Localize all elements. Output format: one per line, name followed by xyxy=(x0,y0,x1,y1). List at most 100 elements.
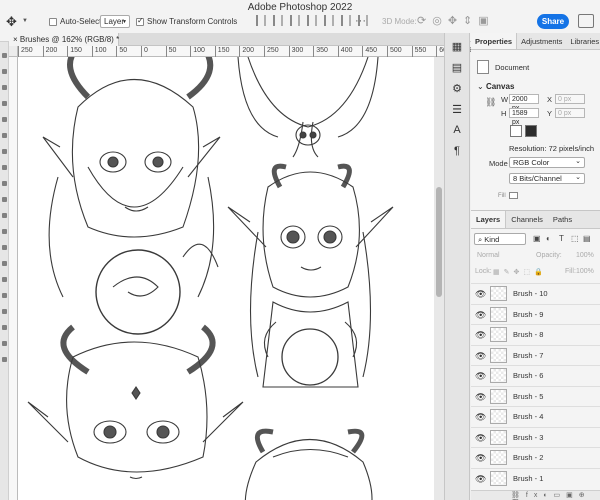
tool-icon[interactable] xyxy=(2,85,7,90)
background-swatch[interactable] xyxy=(509,192,518,199)
tool-icon[interactable] xyxy=(2,197,7,202)
pan-3d-icon[interactable]: ✥ xyxy=(448,14,457,27)
tool-icon[interactable] xyxy=(2,293,7,298)
landscape-orientation-icon[interactable] xyxy=(525,125,537,137)
link-icon[interactable]: ⛓ xyxy=(485,97,496,108)
tool-icon[interactable] xyxy=(2,133,7,138)
adjust-icon[interactable]: ⚙ xyxy=(445,82,469,96)
tool-icon[interactable] xyxy=(2,101,7,106)
tool-icon[interactable] xyxy=(2,117,7,122)
tool-icon[interactable] xyxy=(2,229,7,234)
type-filter-icon[interactable]: T xyxy=(559,234,564,243)
tab-adjustments[interactable]: Adjustments xyxy=(517,33,566,49)
tool-icon[interactable] xyxy=(2,309,7,314)
tool-icon[interactable] xyxy=(2,357,7,362)
auto-select-target-dropdown[interactable]: Layer ▼ xyxy=(100,15,130,28)
tab-libraries[interactable]: Libraries xyxy=(566,33,600,49)
visibility-eye-icon[interactable]: 👁 xyxy=(475,412,486,423)
slide-3d-icon[interactable]: ⇕ xyxy=(463,14,472,27)
visibility-eye-icon[interactable]: 👁 xyxy=(475,351,486,362)
layer-row[interactable]: 👁 Brush - 5 xyxy=(471,385,600,407)
layer-row[interactable]: 👁 Brush - 8 xyxy=(471,324,600,345)
show-transform-checkbox[interactable] xyxy=(136,16,144,26)
paragraph-icon[interactable]: ¶ xyxy=(445,145,469,159)
blend-mode-dropdown[interactable]: Normal xyxy=(477,252,500,259)
align-top-icon[interactable] xyxy=(307,15,317,26)
document-tab[interactable]: × Brushes @ 162% (RGB/8) * xyxy=(9,33,119,46)
align-middle-icon[interactable] xyxy=(324,15,334,26)
auto-select-checkbox[interactable] xyxy=(49,18,57,26)
tool-icon[interactable] xyxy=(2,53,7,58)
visibility-eye-icon[interactable]: 👁 xyxy=(475,310,486,321)
tool-icon[interactable] xyxy=(2,149,7,154)
visibility-eye-icon[interactable]: 👁 xyxy=(475,289,486,300)
tab-paths[interactable]: Paths xyxy=(548,211,577,228)
tool-icon[interactable] xyxy=(2,261,7,266)
visibility-eye-icon[interactable]: 👁 xyxy=(475,392,486,403)
tool-icon[interactable] xyxy=(2,181,7,186)
close-tab-icon[interactable]: × xyxy=(13,35,20,44)
opacity-value[interactable]: 100% xyxy=(576,252,594,259)
layer-row[interactable]: 👁 Brush - 3 xyxy=(471,426,600,448)
roll-3d-icon[interactable]: ◎ xyxy=(432,14,442,27)
color-mode-dropdown[interactable]: RGB Color xyxy=(509,157,585,168)
y-field[interactable]: 0 px xyxy=(555,108,585,118)
visibility-eye-icon[interactable]: 👁 xyxy=(475,453,486,464)
layer-row[interactable]: 👁 Brush - 6 xyxy=(471,365,600,386)
canvas-section-header[interactable]: Canvas xyxy=(477,82,514,91)
layer-row[interactable]: 👁 Brush - 1 xyxy=(471,467,600,489)
align-center-icon[interactable] xyxy=(273,15,283,26)
kind-filter-dropdown[interactable]: ⌕ Kind xyxy=(474,233,526,245)
tab-layers[interactable]: Layers xyxy=(471,211,507,228)
tool-icon[interactable] xyxy=(2,69,7,74)
shape-filter-icon[interactable]: ⬚ xyxy=(571,234,579,243)
visibility-eye-icon[interactable]: 👁 xyxy=(475,371,486,382)
tool-icon[interactable] xyxy=(2,213,7,218)
tab-channels[interactable]: Channels xyxy=(506,211,548,228)
fill-value[interactable]: 100% xyxy=(576,268,594,275)
orbit-3d-icon[interactable]: ⟳ xyxy=(417,14,426,27)
history-icon[interactable]: ▦ xyxy=(445,40,469,54)
layers-footer-icons[interactable]: ⛓fx◐▭▣⊕🗑 xyxy=(471,490,600,500)
adjustment-filter-icon[interactable]: ◐ xyxy=(546,234,551,243)
vertical-ruler[interactable] xyxy=(9,57,18,500)
align-bottom-icon[interactable] xyxy=(341,15,351,26)
document-canvas[interactable] xyxy=(18,57,434,500)
vertical-scrollbar[interactable] xyxy=(434,57,444,500)
comments-icon[interactable]: ▤ xyxy=(445,61,469,75)
visibility-eye-icon[interactable]: 👁 xyxy=(475,433,486,444)
tab-properties[interactable]: Properties xyxy=(471,33,518,49)
layer-row[interactable]: 👁 Brush - 2 xyxy=(471,447,600,468)
align-left-icon[interactable] xyxy=(256,15,266,26)
height-field[interactable]: 1589 px xyxy=(509,108,539,126)
align-right-icon[interactable] xyxy=(290,15,300,26)
layer-row[interactable]: 👁 Brush - 10 xyxy=(471,283,600,304)
chevron-down-icon[interactable]: ▼ xyxy=(22,18,28,24)
tool-icon[interactable] xyxy=(2,277,7,282)
smart-object-filter-icon[interactable]: ▤ xyxy=(583,234,591,243)
horizontal-ruler[interactable]: 250 200 150 100 50 0 50 100 150 200 250 300 350 400 45… xyxy=(18,46,525,57)
sliders-icon[interactable]: ☰ xyxy=(445,103,469,117)
visibility-eye-icon[interactable]: 👁 xyxy=(475,474,486,485)
layer-row[interactable]: 👁 Brush - 9 xyxy=(471,303,600,325)
more-options-button[interactable]: ··· xyxy=(355,15,366,27)
scrollbar-thumb[interactable] xyxy=(436,187,442,297)
pixel-filter-icon[interactable]: ▣ xyxy=(533,234,541,243)
layer-row[interactable]: 👁 Brush - 7 xyxy=(471,344,600,366)
portrait-orientation-icon[interactable] xyxy=(510,125,522,137)
visibility-eye-icon[interactable]: 👁 xyxy=(475,330,486,341)
tool-icon[interactable] xyxy=(2,245,7,250)
camera-3d-icon[interactable]: ▣ xyxy=(478,14,488,27)
share-button[interactable]: Share xyxy=(537,14,569,29)
move-tool-icon[interactable]: ✥ xyxy=(6,14,17,30)
panel-layout-icon[interactable] xyxy=(578,14,594,28)
tool-icon[interactable] xyxy=(2,341,7,346)
x-field[interactable]: 0 px xyxy=(555,94,585,104)
width-field[interactable]: 2000 px xyxy=(509,94,539,112)
tool-icon[interactable] xyxy=(2,325,7,330)
bit-depth-dropdown[interactable]: 8 Bits/Channel xyxy=(509,173,585,184)
lock-icons[interactable]: ▦✎✥⬚🔒 xyxy=(493,268,547,276)
layer-row[interactable]: 👁 Brush - 4 xyxy=(471,406,600,427)
tool-icon[interactable] xyxy=(2,165,7,170)
character-icon[interactable]: A xyxy=(445,124,469,138)
